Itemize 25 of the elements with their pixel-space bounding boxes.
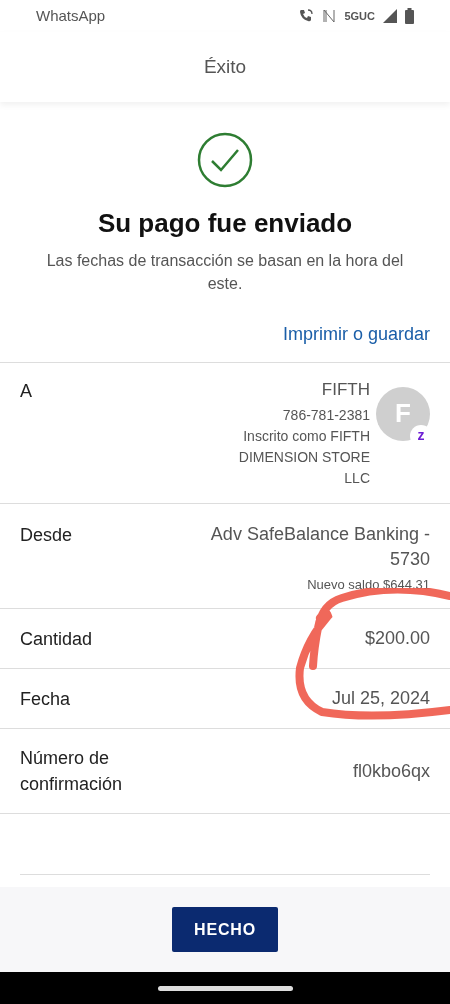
detail-value: fl0kbo6qx <box>352 759 430 783</box>
recipient-name: FIFTH <box>321 379 370 401</box>
wifi-calling-icon <box>298 8 315 24</box>
print-or-save-link[interactable]: Imprimir o guardar <box>282 321 430 348</box>
detail-label: A <box>20 380 33 403</box>
signal-icon <box>383 9 397 23</box>
checkmark-circle-icon <box>197 132 253 188</box>
network-type: 5GUC <box>344 8 375 24</box>
detail-label: Fecha <box>20 687 72 711</box>
detail-label: Desde <box>20 524 74 547</box>
status-app-name: WhatsApp <box>36 5 106 26</box>
battery-icon <box>405 8 414 24</box>
nfc-icon <box>322 8 337 24</box>
account-name: Adv SafeBalance Banking - 5730 <box>209 523 430 571</box>
detail-value: $200.00 <box>364 627 430 650</box>
screen-title: Éxito <box>203 54 247 79</box>
detail-label: Cantidad <box>20 627 94 651</box>
success-title: Su pago fue enviado <box>97 207 353 240</box>
done-button[interactable]: HECHO <box>172 907 278 952</box>
recipient-enrollment: Inscrito como FIFTH DIMENSION STORE LLC <box>237 427 370 488</box>
success-subtitle: Las fechas de transacción se basan en la hora del este. <box>45 251 405 294</box>
detail-value: Jul 25, 2024 <box>331 687 430 710</box>
recipient-phone: 786-781-2381 <box>282 406 370 425</box>
home-indicator[interactable] <box>157 985 293 991</box>
detail-label: Número de confirmación <box>20 747 124 796</box>
